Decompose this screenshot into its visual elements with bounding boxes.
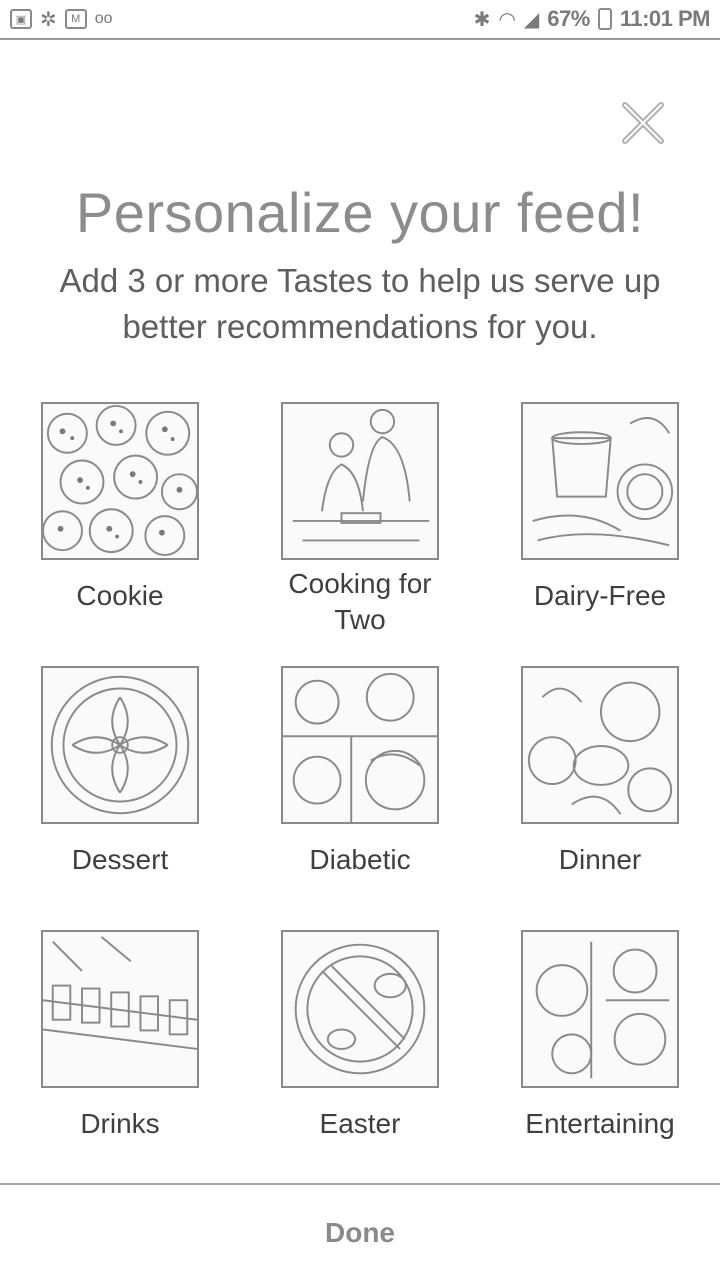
gmail-icon: M bbox=[64, 9, 87, 29]
status-bar-right: ✱ ◠ ◢ 67% 11:01 PM bbox=[473, 6, 711, 32]
taste-tile-easter[interactable]: Easter bbox=[260, 930, 460, 1142]
taste-label: Dessert bbox=[71, 844, 169, 875]
close-icon bbox=[622, 102, 664, 144]
cooking-for-two-image bbox=[281, 402, 439, 560]
taste-tile-cookie[interactable]: Cookie bbox=[20, 402, 220, 614]
done-button[interactable]: Done bbox=[0, 1210, 720, 1256]
photo-icon: ▣ bbox=[10, 9, 32, 29]
page-subtitle: Add 3 or more Tastes to help us serve up… bbox=[59, 262, 661, 345]
drinks-image bbox=[41, 930, 199, 1088]
battery-percent: 67% bbox=[547, 6, 590, 31]
voicemail-icon: oo bbox=[94, 10, 113, 27]
taste-label: Diabetic bbox=[309, 844, 411, 875]
entertaining-image bbox=[521, 930, 679, 1088]
close-button[interactable] bbox=[615, 95, 671, 151]
dessert-image bbox=[41, 666, 199, 824]
wifi-icon: ◠ bbox=[498, 8, 516, 31]
taste-label: Easter bbox=[319, 1108, 401, 1139]
dinner-image bbox=[521, 666, 679, 824]
status-time: 11:01 PM bbox=[619, 6, 711, 31]
taste-label: Cookie bbox=[76, 580, 164, 611]
dairy-free-image bbox=[521, 402, 679, 560]
taste-tile-drinks[interactable]: Drinks bbox=[20, 930, 220, 1142]
signal-icon: ◢ bbox=[523, 8, 540, 31]
page-title: Personalize your feed! bbox=[75, 181, 645, 244]
taste-tile-dinner[interactable]: Dinner bbox=[500, 666, 700, 878]
taste-tile-entertaining[interactable]: Entertaining bbox=[500, 930, 700, 1142]
taste-label: Entertaining bbox=[525, 1108, 675, 1139]
taste-label: Dairy-Free bbox=[533, 580, 667, 611]
taste-label: Cooking for Two bbox=[288, 568, 432, 635]
status-bar: ▣ ✲ M oo ✱ ◠ ◢ 67% 11:01 PM bbox=[0, 0, 720, 40]
status-bar-left: ▣ ✲ M oo bbox=[10, 7, 113, 32]
taste-label: Dinner bbox=[558, 844, 642, 875]
easter-image bbox=[281, 930, 439, 1088]
taste-tile-dairy-free[interactable]: Dairy-Free bbox=[500, 402, 700, 614]
taste-tile-cooking-for-two[interactable]: Cooking for Two bbox=[260, 402, 460, 638]
footer-divider bbox=[0, 1183, 720, 1185]
battery-icon bbox=[597, 8, 612, 30]
diabetic-image bbox=[281, 666, 439, 824]
taste-tile-diabetic[interactable]: Diabetic bbox=[260, 666, 460, 878]
taste-label: Drinks bbox=[80, 1108, 160, 1139]
taste-tile-dessert[interactable]: Dessert bbox=[20, 666, 220, 878]
cookie-image bbox=[41, 402, 199, 560]
bluetooth-icon: ✱ bbox=[473, 8, 491, 31]
pinwheel-icon: ✲ bbox=[40, 8, 57, 31]
